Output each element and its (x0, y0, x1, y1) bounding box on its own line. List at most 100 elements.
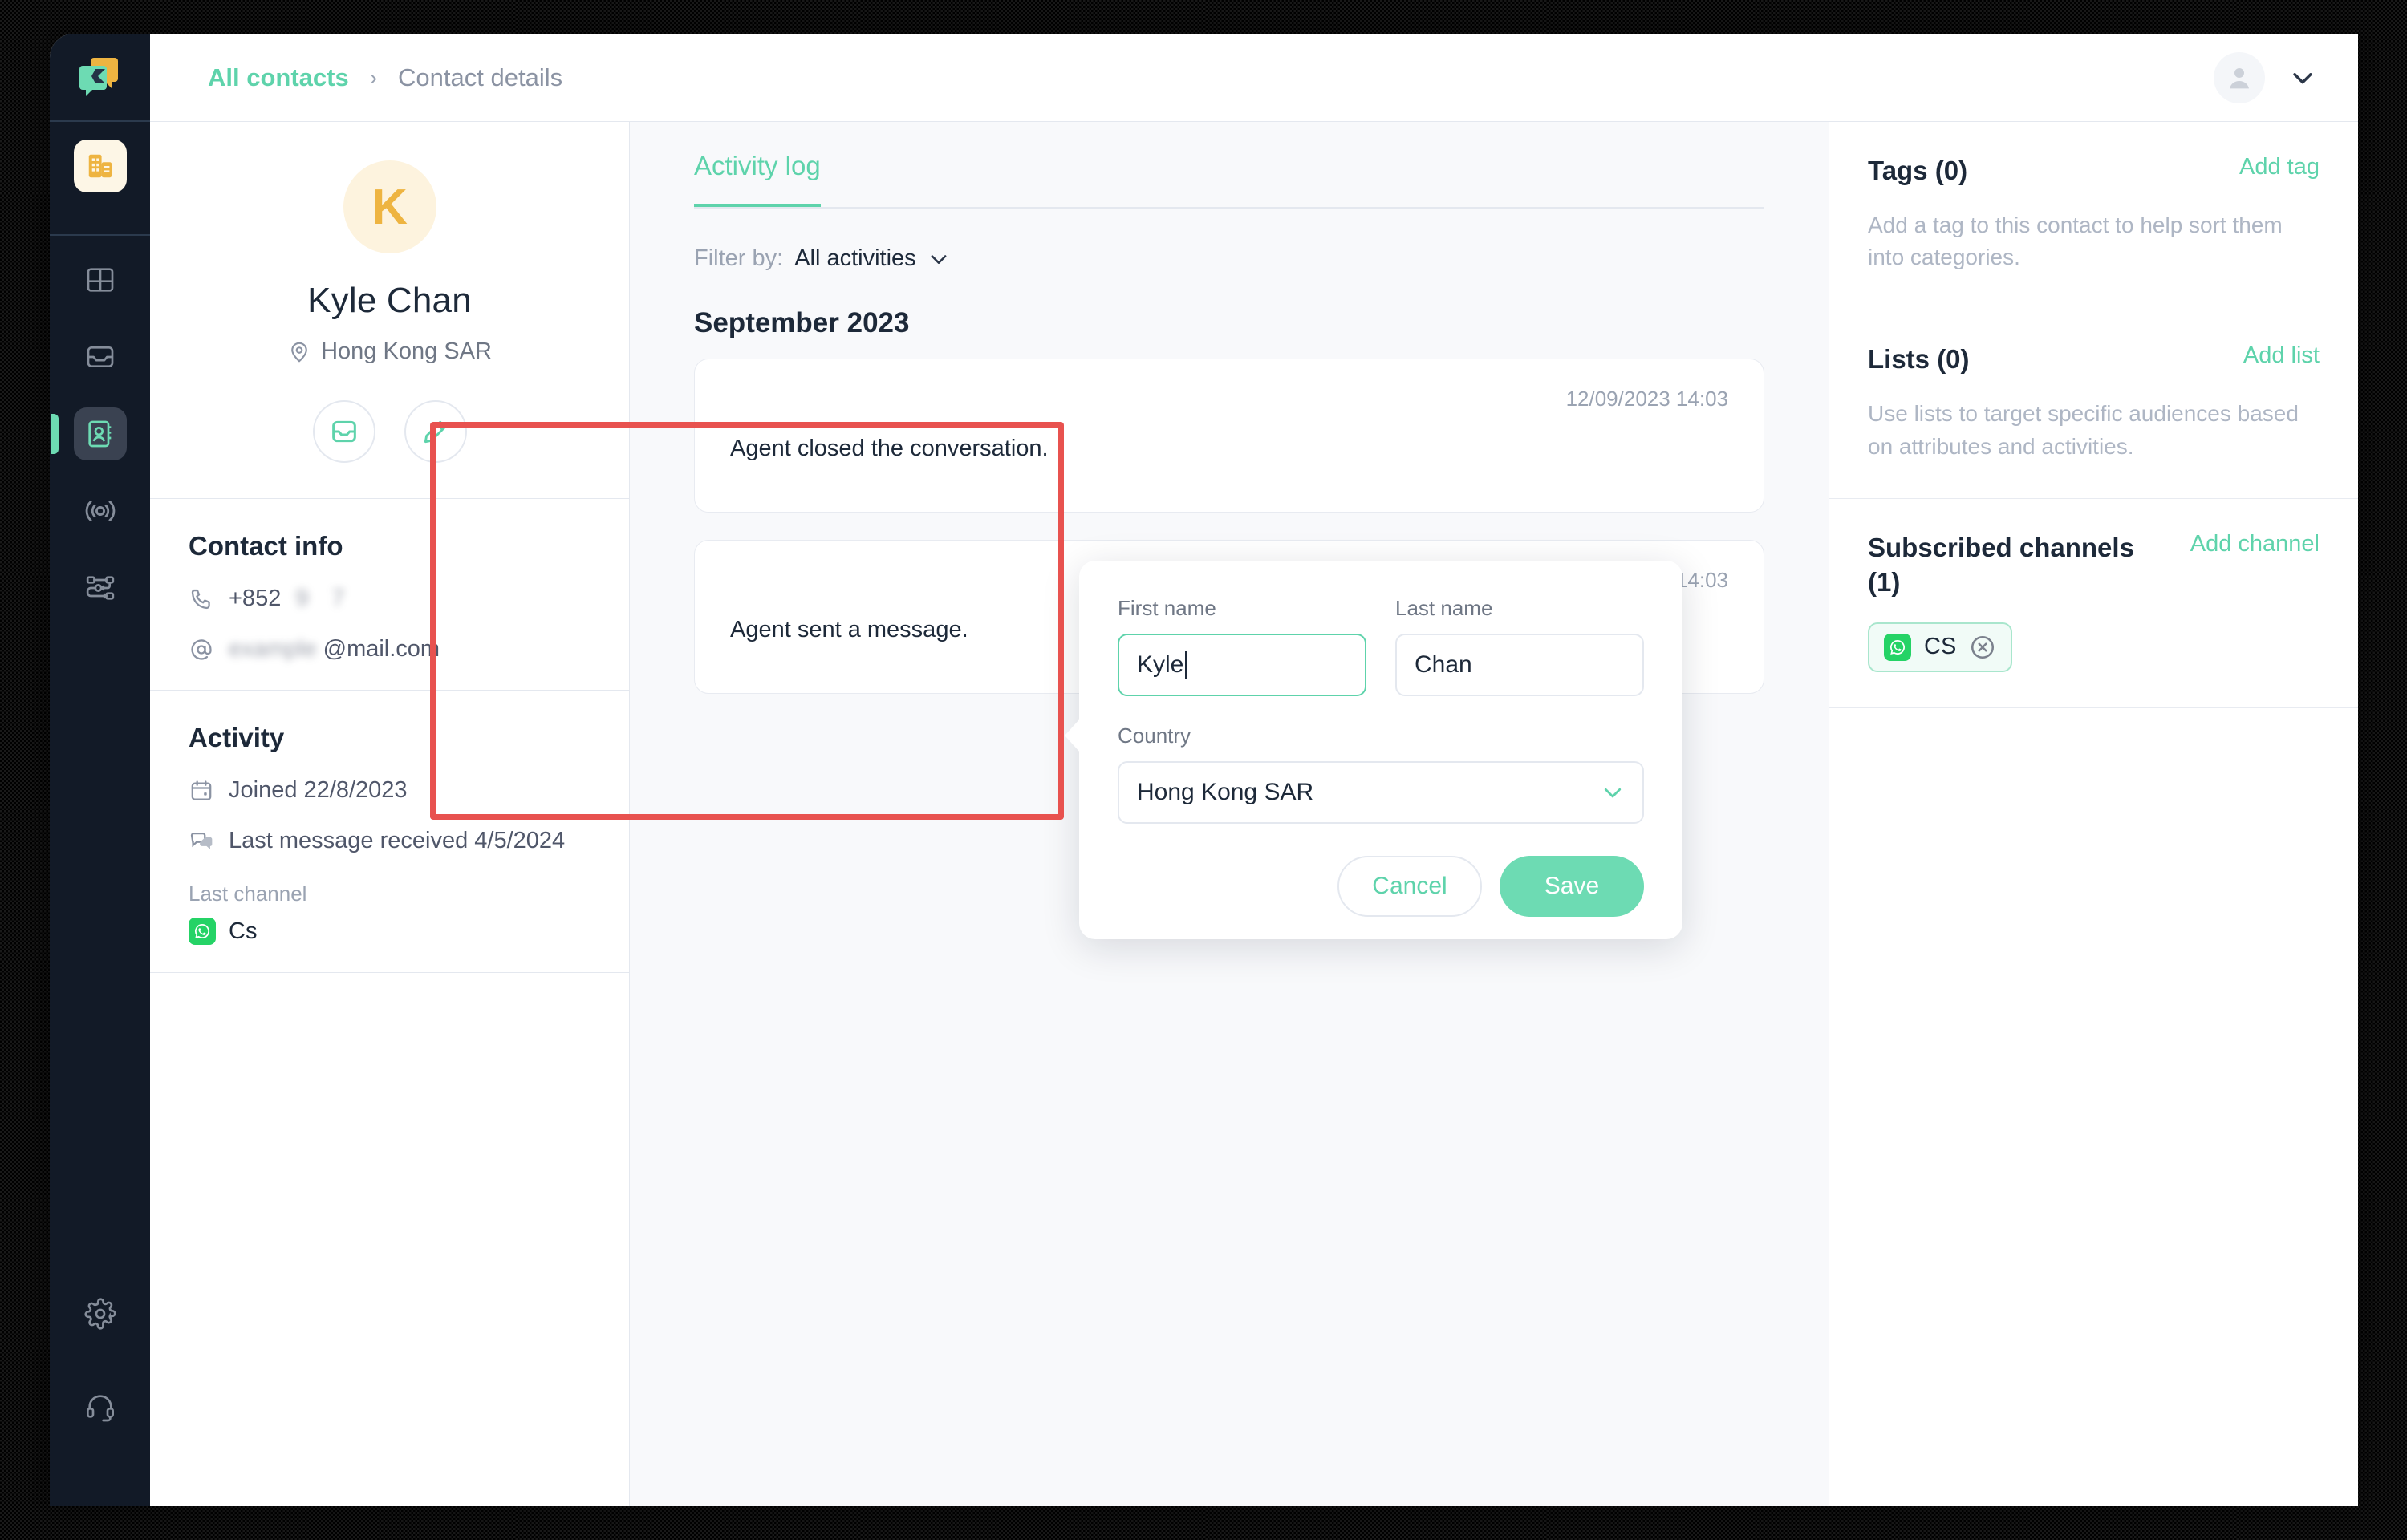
divider (150, 972, 629, 973)
close-circle-icon[interactable] (1969, 634, 1996, 661)
app-window: All contacts › Contact details K Kyle Ch… (50, 34, 2358, 1506)
first-name-value: Kyle (1137, 651, 1184, 678)
tab-rule (694, 207, 1764, 209)
tags-title: Tags (0) (1868, 156, 1968, 185)
open-conversation-button[interactable] (312, 400, 375, 463)
user-avatar[interactable] (2214, 51, 2265, 103)
workspace-switcher (50, 122, 150, 236)
channels-header: Subscribed channels (1) Add channel (1868, 531, 2320, 600)
screenshot-root: All contacts › Contact details K Kyle Ch… (0, 0, 2407, 1540)
last-channel-value: Cs (189, 918, 591, 945)
phone-icon (191, 589, 210, 609)
sidebar-item-support[interactable] (74, 1380, 127, 1433)
sidebar-item-workflows[interactable] (74, 561, 127, 614)
headset-icon (86, 1395, 114, 1422)
contact-actions (150, 400, 629, 463)
gear-icon (84, 1298, 116, 1330)
sidebar-item-broadcasts[interactable] (74, 484, 127, 537)
nav-bottom-items (50, 1287, 150, 1506)
right-panel: Tags (0) Add tag Add a tag to this conta… (1829, 122, 2358, 1506)
whatsapp-icon (1884, 633, 1911, 661)
country-select[interactable]: Hong Kong SAR (1118, 761, 1644, 824)
map-pin-icon (291, 342, 307, 363)
contacts-book-icon (87, 420, 111, 448)
activity-entry-time: 12/09/2023 14:03 (1565, 387, 1728, 411)
chevron-down-icon[interactable] (927, 248, 950, 270)
add-tag-button[interactable]: Add tag (2239, 154, 2320, 180)
country-value: Hong Kong SAR (1137, 779, 1314, 805)
channel-chip[interactable]: CS (1868, 622, 2013, 672)
add-list-button[interactable]: Add list (2243, 342, 2320, 369)
save-button[interactable]: Save (1500, 856, 1644, 917)
text-caret (1185, 651, 1187, 679)
channels-section: Subscribed channels (1) Add channel CS (1829, 499, 2358, 708)
country-group: Country Hong Kong SAR (1118, 723, 1644, 824)
activity-joined-label: Joined 22/8/2023 (229, 777, 408, 803)
tags-section: Tags (0) Add tag Add a tag to this conta… (1829, 122, 2358, 311)
contact-phone: +852 9 7 (189, 586, 591, 612)
contact-info-title: Contact info (189, 531, 343, 561)
contact-info-section: Contact info +852 9 7 example @mail.com (150, 499, 629, 690)
channel-chip-label: CS (1924, 634, 1957, 660)
dashboard-layout-icon (87, 268, 113, 292)
business-building-icon (88, 154, 112, 178)
contact-avatar: K (343, 160, 436, 253)
whatsapp-glyph-icon (1890, 639, 1906, 654)
last-name-value: Chan (1415, 651, 1472, 678)
contact-phone-masked: 9 7 (295, 586, 345, 611)
contact-email: example @mail.com (189, 636, 591, 663)
first-name-input[interactable]: Kyle (1118, 634, 1366, 696)
contact-header: K Kyle Chan Hong Kong SAR (150, 122, 629, 498)
left-nav-rail (50, 34, 150, 1506)
tags-header: Tags (0) Add tag (1868, 154, 2320, 188)
activity-entry[interactable]: 12/09/2023 14:03 Agent closed the conver… (694, 359, 1764, 513)
whatsapp-icon (189, 918, 216, 945)
inbox-tray-icon (331, 420, 356, 443)
breadcrumb-separator: › (369, 64, 378, 90)
contact-email-masked: example (229, 636, 317, 662)
topbar: All contacts › Contact details (150, 34, 2358, 122)
chat-bubbles-icon (190, 832, 213, 849)
chevron-down-icon[interactable] (2289, 64, 2316, 91)
breadcrumb-current: Contact details (398, 63, 563, 91)
lists-header: Lists (0) Add list (1868, 342, 2320, 377)
country-label: Country (1118, 723, 1191, 748)
contact-panel: K Kyle Chan Hong Kong SAR Contact info +… (150, 122, 630, 1506)
last-channel-label: Last channel (189, 881, 307, 906)
activity-joined: Joined 22/8/2023 (189, 777, 591, 804)
main-column: All contacts › Contact details K Kyle Ch… (150, 34, 2358, 1506)
sidebar-item-contacts[interactable] (50, 407, 127, 460)
pencil-edit-icon (424, 420, 446, 444)
add-channel-button[interactable]: Add channel (2190, 531, 2320, 557)
contact-email-domain: @mail.com (323, 636, 440, 662)
sidebar-item-dashboard[interactable] (74, 253, 127, 306)
sidebar-item-inbox[interactable] (74, 330, 127, 383)
whatsapp-glyph-icon (195, 924, 210, 938)
contact-name: Kyle Chan (307, 281, 472, 320)
edit-contact-button[interactable] (404, 400, 467, 463)
month-header: September 2023 (694, 307, 910, 338)
app-logo[interactable] (50, 34, 150, 122)
first-name-label: First name (1118, 596, 1216, 620)
last-name-input[interactable]: Chan (1395, 634, 1644, 696)
cancel-button[interactable]: Cancel (1337, 856, 1482, 917)
activity-last-message: Last message received 4/5/2024 (189, 828, 591, 854)
calendar-icon (191, 780, 212, 800)
contact-phone-prefix: +852 (229, 586, 282, 611)
at-sign-icon (191, 638, 212, 659)
breadcrumb-all-contacts[interactable]: All contacts (208, 63, 349, 92)
chevron-down-icon (1604, 788, 1622, 798)
lists-section: Lists (0) Add list Use lists to target s… (1829, 310, 2358, 500)
sidebar-item-workspace[interactable] (73, 140, 127, 192)
channels-title: Subscribed channels (1) (1868, 533, 2134, 598)
activity-entry-text: Agent closed the conversation. (730, 436, 1049, 461)
workflow-nodes-icon (86, 576, 114, 600)
tab-activity-log[interactable]: Activity log (694, 151, 821, 209)
tab-bar: Activity log (630, 122, 1829, 209)
filter-label: Filter by: (694, 245, 784, 271)
user-avatar-icon (2230, 67, 2249, 88)
lists-title: Lists (0) (1868, 344, 1970, 375)
sidebar-item-settings[interactable] (74, 1287, 127, 1340)
name-fields-row: First name Kyle Last name Chan (1118, 596, 1644, 696)
filter-value[interactable]: All activities (794, 245, 916, 272)
